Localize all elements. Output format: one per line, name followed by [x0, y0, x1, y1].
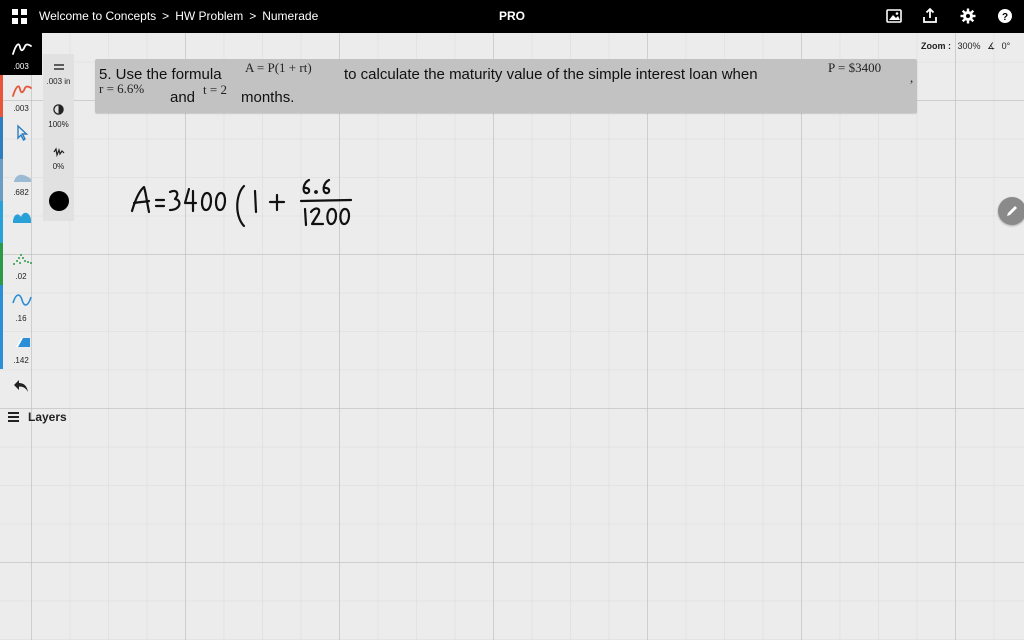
- export-icon[interactable]: [921, 7, 939, 25]
- handwritten-equation: [130, 178, 353, 228]
- gear-icon[interactable]: [959, 7, 977, 25]
- help-icon[interactable]: ?: [996, 7, 1014, 25]
- opacity-value: 100%: [48, 120, 69, 129]
- layers-button[interactable]: Layers: [8, 410, 67, 424]
- breadcrumb-item-concepts[interactable]: Welcome to Concepts: [39, 9, 156, 23]
- t-value: t = 2: [203, 82, 227, 97]
- pen-stroke-icon: [12, 43, 32, 55]
- tool-bar: [0, 201, 3, 243]
- tool-wheel: .003 .003 .682 .02 .16 .142: [0, 33, 42, 433]
- ink-digit-0: [339, 207, 351, 226]
- eraser-icon: [15, 338, 30, 347]
- opacity-slider[interactable]: 100%: [43, 102, 74, 129]
- ink-digit-1: [253, 189, 258, 214]
- breadcrumb-separator: >: [249, 9, 257, 23]
- pro-badge[interactable]: PRO: [499, 9, 525, 23]
- undo-icon[interactable]: [12, 378, 30, 394]
- tool-size: .142: [13, 356, 29, 365]
- breadcrumb-item-numerade[interactable]: Numerade: [262, 9, 318, 23]
- ink-digit-6: [322, 178, 331, 195]
- ink-digit-3: [168, 189, 181, 212]
- brush-settings-panel: .003 in 100% 0%: [43, 54, 74, 221]
- curve-icon: [12, 294, 32, 306]
- tool-size: .682: [13, 188, 29, 197]
- question-card: 5. Use the formula A = P(1 + rt) to calc…: [95, 59, 917, 113]
- zoom-label: Zoom :: [921, 41, 951, 51]
- edit-fab-button[interactable]: [998, 197, 1024, 225]
- formula: A = P(1 + rt): [245, 60, 312, 75]
- ink-digit-2: [309, 207, 325, 226]
- smoothing-icon: [53, 147, 64, 158]
- zoom-readout: Zoom : 300% ∡ 0°: [921, 41, 1010, 52]
- pencil-icon: [1007, 206, 1017, 216]
- breadcrumb-item-hw-problem[interactable]: HW Problem: [175, 9, 243, 23]
- breadcrumb: Welcome to Concepts > HW Problem > Numerade: [39, 9, 318, 23]
- ink-digit-0: [200, 191, 213, 212]
- comma: ,: [910, 70, 914, 85]
- ink-fraction-bar: [299, 198, 353, 203]
- question-end: months.: [241, 89, 295, 106]
- p-value: P = $3400: [828, 60, 882, 75]
- ink-digit-4: [183, 187, 198, 205]
- tool-watercolor[interactable]: [0, 201, 42, 243]
- top-bar: Welcome to Concepts > HW Problem > Numerade …: [0, 0, 1024, 33]
- tool-pen-red[interactable]: .003: [0, 75, 42, 117]
- ink-digit-1: [303, 207, 308, 227]
- tool-scatter[interactable]: .02: [0, 243, 42, 285]
- pen-red-stroke-icon: [12, 85, 32, 97]
- airbrush-icon: [14, 174, 31, 182]
- color-picker[interactable]: [43, 191, 74, 216]
- tool-curve[interactable]: .16: [0, 285, 42, 327]
- tool-selection[interactable]: [0, 117, 42, 159]
- question-and: and: [170, 89, 196, 106]
- size-slider[interactable]: .003 in: [43, 59, 74, 86]
- smoothing-slider[interactable]: 0%: [43, 144, 74, 171]
- tool-size: .003: [13, 104, 29, 113]
- zoom-value: 300%: [957, 41, 981, 51]
- ink-digit-0: [326, 207, 338, 226]
- tool-pen[interactable]: .003: [0, 33, 42, 75]
- layers-label: Layers: [28, 410, 67, 424]
- scatter-brush-icon: [13, 254, 32, 265]
- r-value: r = 6.6%: [99, 81, 145, 96]
- ink-digit-6: [302, 178, 311, 195]
- ink-paren: [236, 184, 246, 228]
- angle-icon: ∡: [987, 41, 996, 51]
- layers-icon: [8, 412, 19, 422]
- breadcrumb-separator: >: [162, 9, 170, 23]
- opacity-icon: [53, 104, 64, 115]
- image-icon[interactable]: [885, 7, 903, 25]
- ink-letter-a: [130, 185, 151, 214]
- size-value: .003 in: [46, 77, 71, 86]
- tool-bar: [0, 117, 3, 159]
- svg-text:?: ?: [1002, 12, 1008, 23]
- ink-digit-0: [214, 191, 227, 212]
- question-middle: to calculate the maturity value of the s…: [344, 66, 758, 83]
- watercolor-icon: [13, 212, 31, 223]
- selection-arrow-icon: [17, 124, 29, 141]
- apps-grid-icon[interactable]: [12, 9, 27, 24]
- angle-value: 0°: [1001, 41, 1011, 51]
- color-swatch[interactable]: [48, 191, 69, 211]
- tool-size: .003: [13, 62, 29, 71]
- tool-airbrush[interactable]: .682: [0, 159, 42, 201]
- tool-size: .02: [15, 272, 27, 281]
- tool-eraser[interactable]: .142: [0, 327, 42, 369]
- tool-size: .16: [15, 314, 27, 323]
- smoothing-value: 0%: [52, 162, 65, 171]
- drawing-canvas[interactable]: [0, 33, 1024, 640]
- size-lines-icon: [53, 64, 64, 70]
